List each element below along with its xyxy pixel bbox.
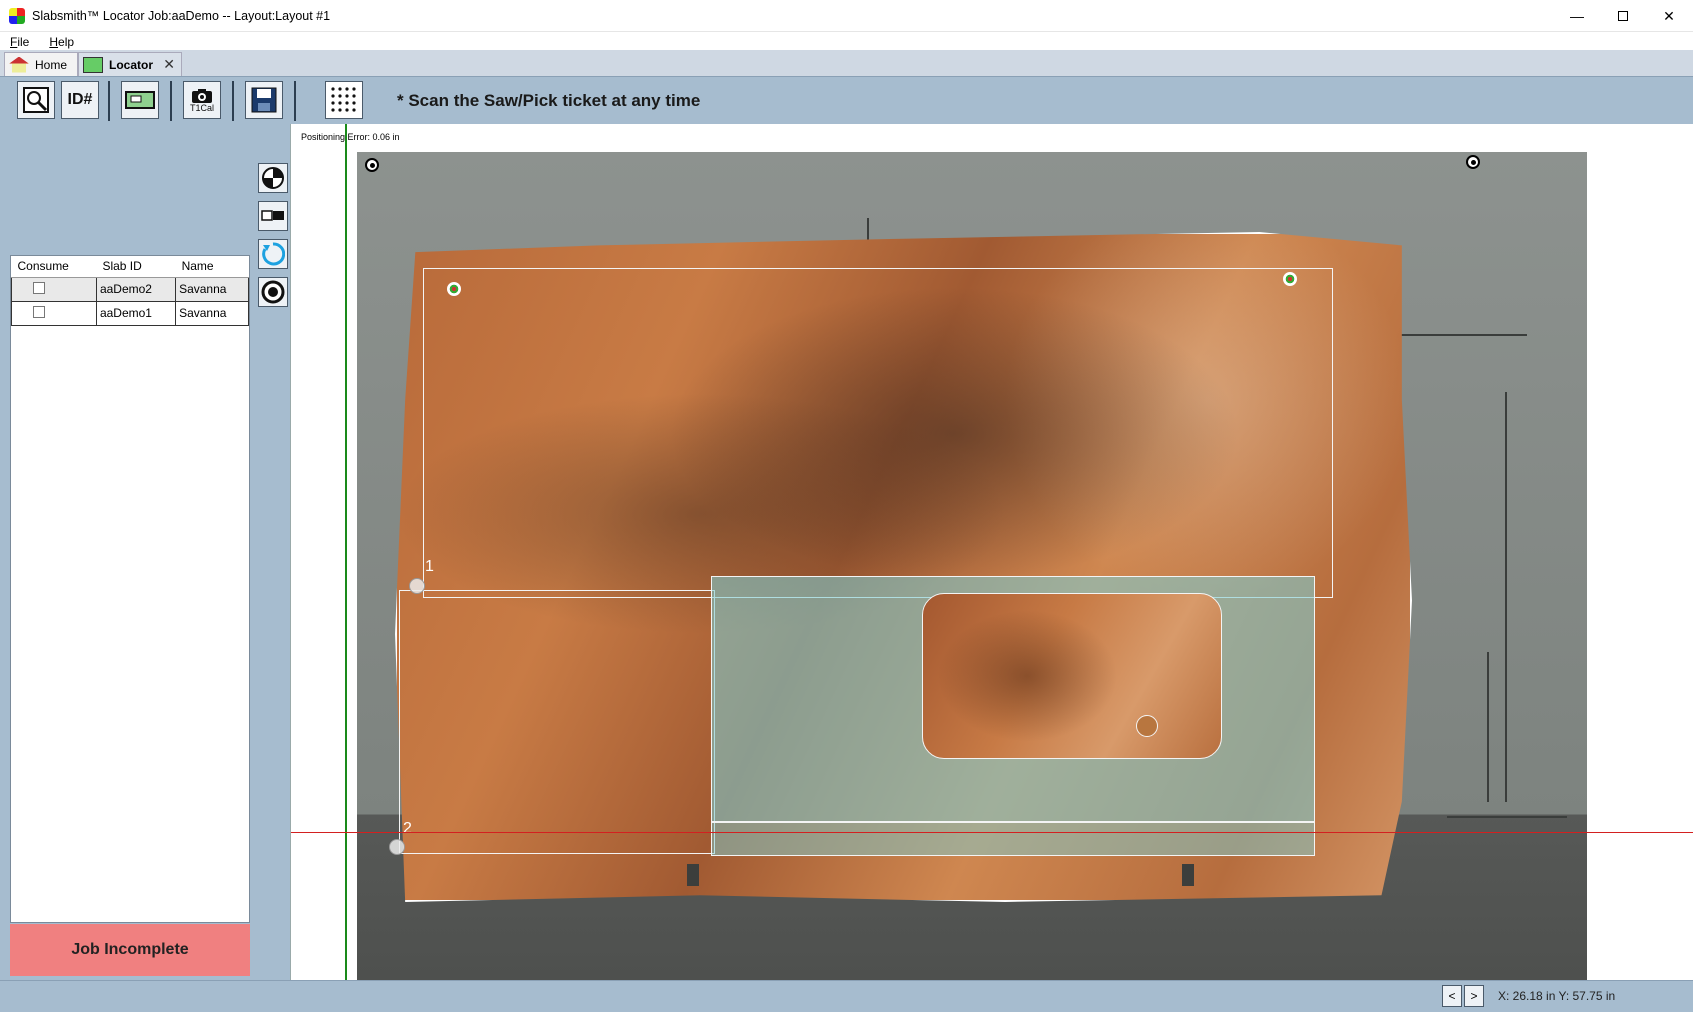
- rotate-icon: [262, 242, 285, 266]
- layout-part-backsplash[interactable]: [711, 822, 1315, 856]
- positioning-error-label: Positioning Error: 0.06 in: [301, 132, 400, 142]
- save-icon: [251, 87, 277, 113]
- calibration-marker: [447, 282, 461, 296]
- slab-search-icon: [23, 87, 49, 113]
- minimize-button[interactable]: —: [1554, 0, 1600, 32]
- app-icon: [9, 7, 25, 24]
- slab-canvas[interactable]: 1 2: [357, 152, 1587, 980]
- menu-file-label: ile: [17, 35, 30, 49]
- slab-search-button[interactable]: [17, 81, 55, 119]
- consume-cell: [11, 276, 97, 302]
- status-bar: < > X: 26.18 in Y: 57.75 in: [0, 980, 1693, 1012]
- table-header-row: Consume Slab ID Name: [11, 256, 249, 278]
- background-line: [1447, 816, 1567, 818]
- toolbar-separator: [232, 81, 234, 121]
- slab-name-cell: Savanna: [175, 276, 249, 302]
- layout-part-sink-piece[interactable]: [711, 576, 1315, 822]
- vertex-label: 2: [403, 820, 412, 837]
- toolbar-separator: [108, 81, 110, 121]
- fiducial-target-icon: [365, 158, 379, 172]
- rotate-button[interactable]: [258, 239, 288, 269]
- layout-part-top[interactable]: [423, 268, 1333, 598]
- layout-view: Positioning Error: 0.06 in 1 2: [290, 124, 1693, 980]
- target-ring-button[interactable]: [258, 277, 288, 307]
- grid-dots-button[interactable]: [325, 81, 363, 119]
- toolbar-separator: [170, 81, 172, 121]
- grid-dots-icon: [331, 87, 356, 112]
- support-block: [687, 864, 699, 886]
- menu-bar: File Help: [0, 32, 1693, 52]
- support-block: [1182, 864, 1194, 886]
- column-header-slab-id[interactable]: Slab ID: [96, 256, 176, 278]
- slab-name-cell: Savanna: [175, 300, 249, 326]
- tab-strip: Home Locator ✕: [0, 50, 1693, 76]
- faucet-hole: [1136, 715, 1158, 737]
- slab-table: Consume Slab ID Name aaDemo2 Savanna aaD…: [10, 255, 250, 923]
- job-status-banner: Job Incomplete: [10, 924, 250, 976]
- menu-help[interactable]: Help: [39, 35, 84, 49]
- slab-id-cell: aaDemo2: [95, 276, 177, 302]
- toggle-view-button[interactable]: [258, 201, 288, 231]
- consume-cell: [11, 300, 97, 326]
- calibration-marker: [1283, 272, 1297, 286]
- camera-icon: [192, 88, 212, 103]
- vertex-point[interactable]: [389, 839, 405, 855]
- vertex-label: 1: [425, 558, 434, 575]
- column-header-consume[interactable]: Consume: [11, 256, 97, 278]
- window-title: Slabsmith™ Locator Job:aaDemo -- Layout:…: [32, 8, 331, 23]
- toolbar: ID# T1Cal * Scan the Saw/Pick ticket at …: [0, 76, 1693, 124]
- maximize-button[interactable]: [1600, 0, 1646, 32]
- target-ring-icon: [261, 280, 285, 304]
- layout-overlay: 1 2: [389, 232, 1412, 902]
- slab-id-button[interactable]: ID#: [61, 81, 99, 119]
- menu-help-mnemonic: H: [49, 35, 59, 49]
- fiducial-target-icon: [1466, 155, 1480, 169]
- quarter-target-button[interactable]: [258, 163, 288, 193]
- toggle-view-icon: [261, 210, 284, 221]
- slab-id-cell: aaDemo1: [95, 300, 177, 326]
- layout-part-left[interactable]: [399, 590, 715, 854]
- table-row[interactable]: aaDemo1 Savanna: [11, 300, 249, 326]
- next-button[interactable]: >: [1464, 985, 1484, 1007]
- sink-cutout: [922, 593, 1222, 759]
- tab-home[interactable]: Home: [4, 52, 78, 76]
- layout-button[interactable]: [121, 81, 159, 119]
- guide-line-horizontal: [291, 832, 1693, 833]
- background-line: [1505, 392, 1507, 802]
- t1cal-button[interactable]: T1Cal: [183, 81, 221, 119]
- menu-help-label: elp: [58, 35, 75, 49]
- slab-icon: [83, 56, 103, 73]
- table-row[interactable]: aaDemo2 Savanna: [11, 276, 249, 302]
- layout-icon: [125, 91, 155, 109]
- guide-line-vertical: [345, 124, 347, 980]
- consume-checkbox[interactable]: [33, 305, 45, 318]
- target-quarter-icon: [262, 167, 284, 189]
- close-tab-icon[interactable]: ✕: [163, 56, 175, 73]
- close-window-button[interactable]: ✕: [1646, 0, 1692, 32]
- vertex-point[interactable]: [409, 578, 425, 594]
- previous-button[interactable]: <: [1442, 985, 1462, 1007]
- maximize-icon: [1618, 11, 1628, 21]
- consume-checkbox[interactable]: [33, 281, 45, 294]
- tab-locator-label: Locator: [109, 57, 154, 72]
- column-header-name[interactable]: Name: [175, 256, 249, 278]
- tab-home-label: Home: [35, 57, 68, 72]
- t1cal-label: T1Cal: [189, 102, 214, 113]
- toolbar-separator: [294, 81, 296, 121]
- home-icon: [9, 56, 29, 73]
- background-line: [1487, 652, 1489, 802]
- left-panel: Consume Slab ID Name aaDemo2 Savanna aaD…: [0, 124, 290, 980]
- tab-locator[interactable]: Locator ✕: [78, 52, 182, 76]
- cursor-coordinates: X: 26.18 in Y: 57.75 in: [1498, 989, 1616, 1003]
- save-button[interactable]: [245, 81, 283, 119]
- menu-file[interactable]: File: [0, 35, 39, 49]
- id-icon: ID#: [67, 91, 93, 108]
- title-bar: Slabsmith™ Locator Job:aaDemo -- Layout:…: [0, 0, 1693, 32]
- scan-message: * Scan the Saw/Pick ticket at any time: [397, 91, 701, 110]
